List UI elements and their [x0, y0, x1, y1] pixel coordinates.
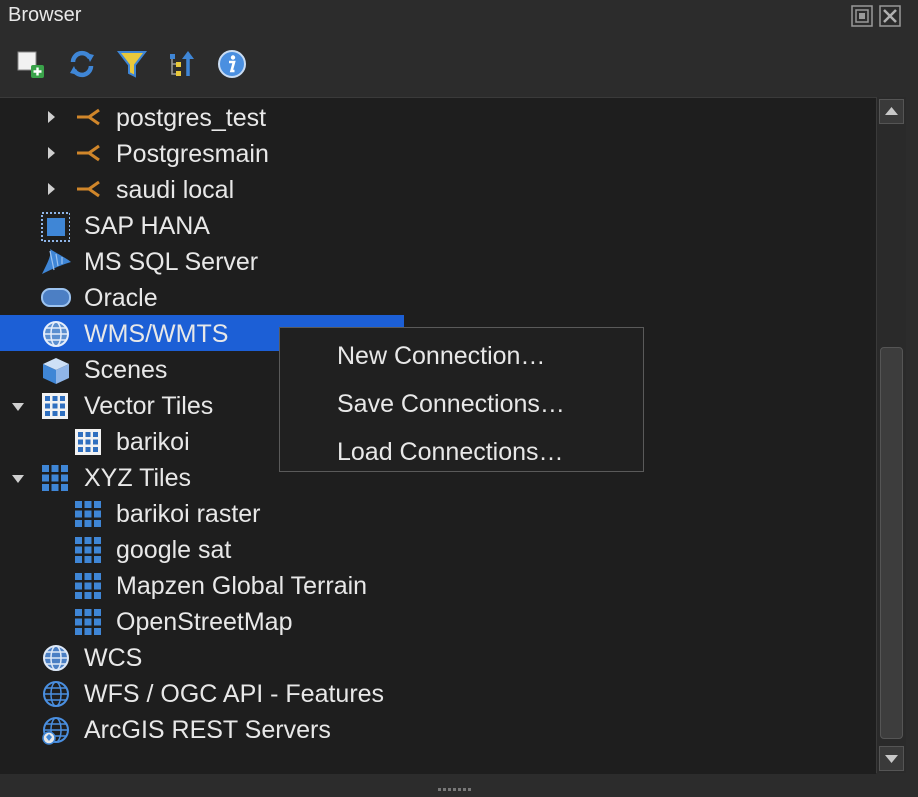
- expand-arrow-icon[interactable]: [44, 110, 58, 124]
- tree-item-label: postgres_test: [116, 104, 267, 132]
- menu-item-label: Save Connections…: [337, 390, 565, 418]
- panel-title: Browser: [8, 4, 82, 26]
- tiles-icon: [41, 464, 71, 491]
- grid-icon: [74, 428, 104, 455]
- menu-item-new-connection[interactable]: New Connection…: [280, 330, 643, 376]
- tree-item-label: barikoi raster: [116, 500, 261, 528]
- menu-item-label: New Connection…: [337, 342, 546, 370]
- expand-arrow-icon[interactable]: [44, 146, 58, 160]
- scroll-thumb[interactable]: [880, 347, 903, 739]
- scenes-icon: [40, 356, 70, 384]
- tree-item[interactable]: WCS: [0, 639, 876, 675]
- tree-item[interactable]: Oracle: [0, 279, 876, 315]
- add-layer-icon[interactable]: [14, 48, 46, 80]
- menu-item-load-connections[interactable]: Load Connections…: [280, 426, 643, 472]
- tree-item-label: WCS: [84, 644, 143, 672]
- browser-toolbar: [0, 40, 918, 90]
- resize-grip-icon[interactable]: [438, 779, 474, 791]
- tree-item[interactable]: saudi local: [0, 171, 876, 207]
- tree-item[interactable]: WFS / OGC API - Features: [0, 675, 876, 711]
- tree-item-label: OpenStreetMap: [116, 608, 293, 636]
- globe-icon: [40, 644, 70, 671]
- tree-item-label: SAP HANA: [84, 212, 210, 240]
- filter-icon[interactable]: [116, 48, 148, 80]
- tree-item-label: Vector Tiles: [84, 392, 214, 420]
- panel-titlebar: Browser: [0, 0, 918, 32]
- tree-item-label: WFS / OGC API - Features: [84, 680, 385, 708]
- tree-item[interactable]: Postgresmain: [0, 135, 876, 171]
- mssql-icon: [40, 248, 71, 274]
- tree-item-label: barikoi: [116, 428, 190, 456]
- collapse-arrow-icon[interactable]: [11, 400, 25, 414]
- tree-item-label: Scenes: [84, 356, 168, 384]
- tree-item[interactable]: Mapzen Global Terrain: [0, 567, 876, 603]
- menu-item-save-connections[interactable]: Save Connections…: [280, 378, 643, 424]
- arrow-up-icon: [885, 107, 898, 115]
- postgres-connection-icon: [74, 104, 104, 130]
- postgres-connection-icon: [74, 140, 104, 166]
- tree-item-label: XYZ Tiles: [84, 464, 191, 492]
- tree-item[interactable]: MS SQL Server: [0, 243, 876, 279]
- arcgis-globe-icon: [40, 716, 70, 745]
- tree-item-label: Postgresmain: [116, 140, 269, 168]
- collapse-icon[interactable]: [166, 48, 198, 80]
- collapse-arrow-icon[interactable]: [11, 472, 25, 486]
- scroll-up-button[interactable]: [879, 99, 904, 124]
- float-panel-icon[interactable]: [851, 5, 873, 27]
- scroll-down-button[interactable]: [879, 746, 904, 771]
- tree-item-label: ArcGIS REST Servers: [84, 716, 331, 744]
- tree-item-label: WMS/WMTS: [84, 320, 229, 348]
- info-icon[interactable]: [216, 48, 248, 80]
- expand-arrow-icon[interactable]: [44, 182, 58, 196]
- menu-item-label: Load Connections…: [337, 438, 564, 466]
- context-menu: New Connection… Save Connections… Load C…: [279, 327, 644, 472]
- close-panel-icon[interactable]: [879, 5, 901, 27]
- tiles-icon: [74, 500, 104, 527]
- globe-icon: [40, 680, 70, 707]
- globe-icon: [40, 320, 70, 347]
- tree-item[interactable]: barikoi raster: [0, 495, 876, 531]
- tree-item-label: google sat: [116, 536, 232, 564]
- grid-icon: [41, 392, 71, 419]
- sap-hana-icon: [40, 212, 71, 242]
- tree-item[interactable]: SAP HANA: [0, 207, 876, 243]
- tiles-icon: [74, 536, 104, 563]
- refresh-icon[interactable]: [66, 48, 98, 80]
- postgres-connection-icon: [74, 176, 104, 202]
- oracle-icon: [40, 284, 71, 310]
- tree-item[interactable]: postgres_test: [0, 99, 876, 135]
- tree-item[interactable]: ArcGIS REST Servers: [0, 711, 876, 747]
- tiles-icon: [74, 608, 104, 635]
- tree-item-label: MS SQL Server: [84, 248, 259, 276]
- tree-item-label: Oracle: [84, 284, 158, 312]
- tree-item[interactable]: google sat: [0, 531, 876, 567]
- tree-item[interactable]: OpenStreetMap: [0, 603, 876, 639]
- arrow-down-icon: [885, 755, 898, 763]
- tree-item-label: Mapzen Global Terrain: [116, 572, 368, 600]
- vertical-scrollbar[interactable]: [876, 97, 906, 773]
- tree-item-label: saudi local: [116, 176, 235, 204]
- tiles-icon: [74, 572, 104, 599]
